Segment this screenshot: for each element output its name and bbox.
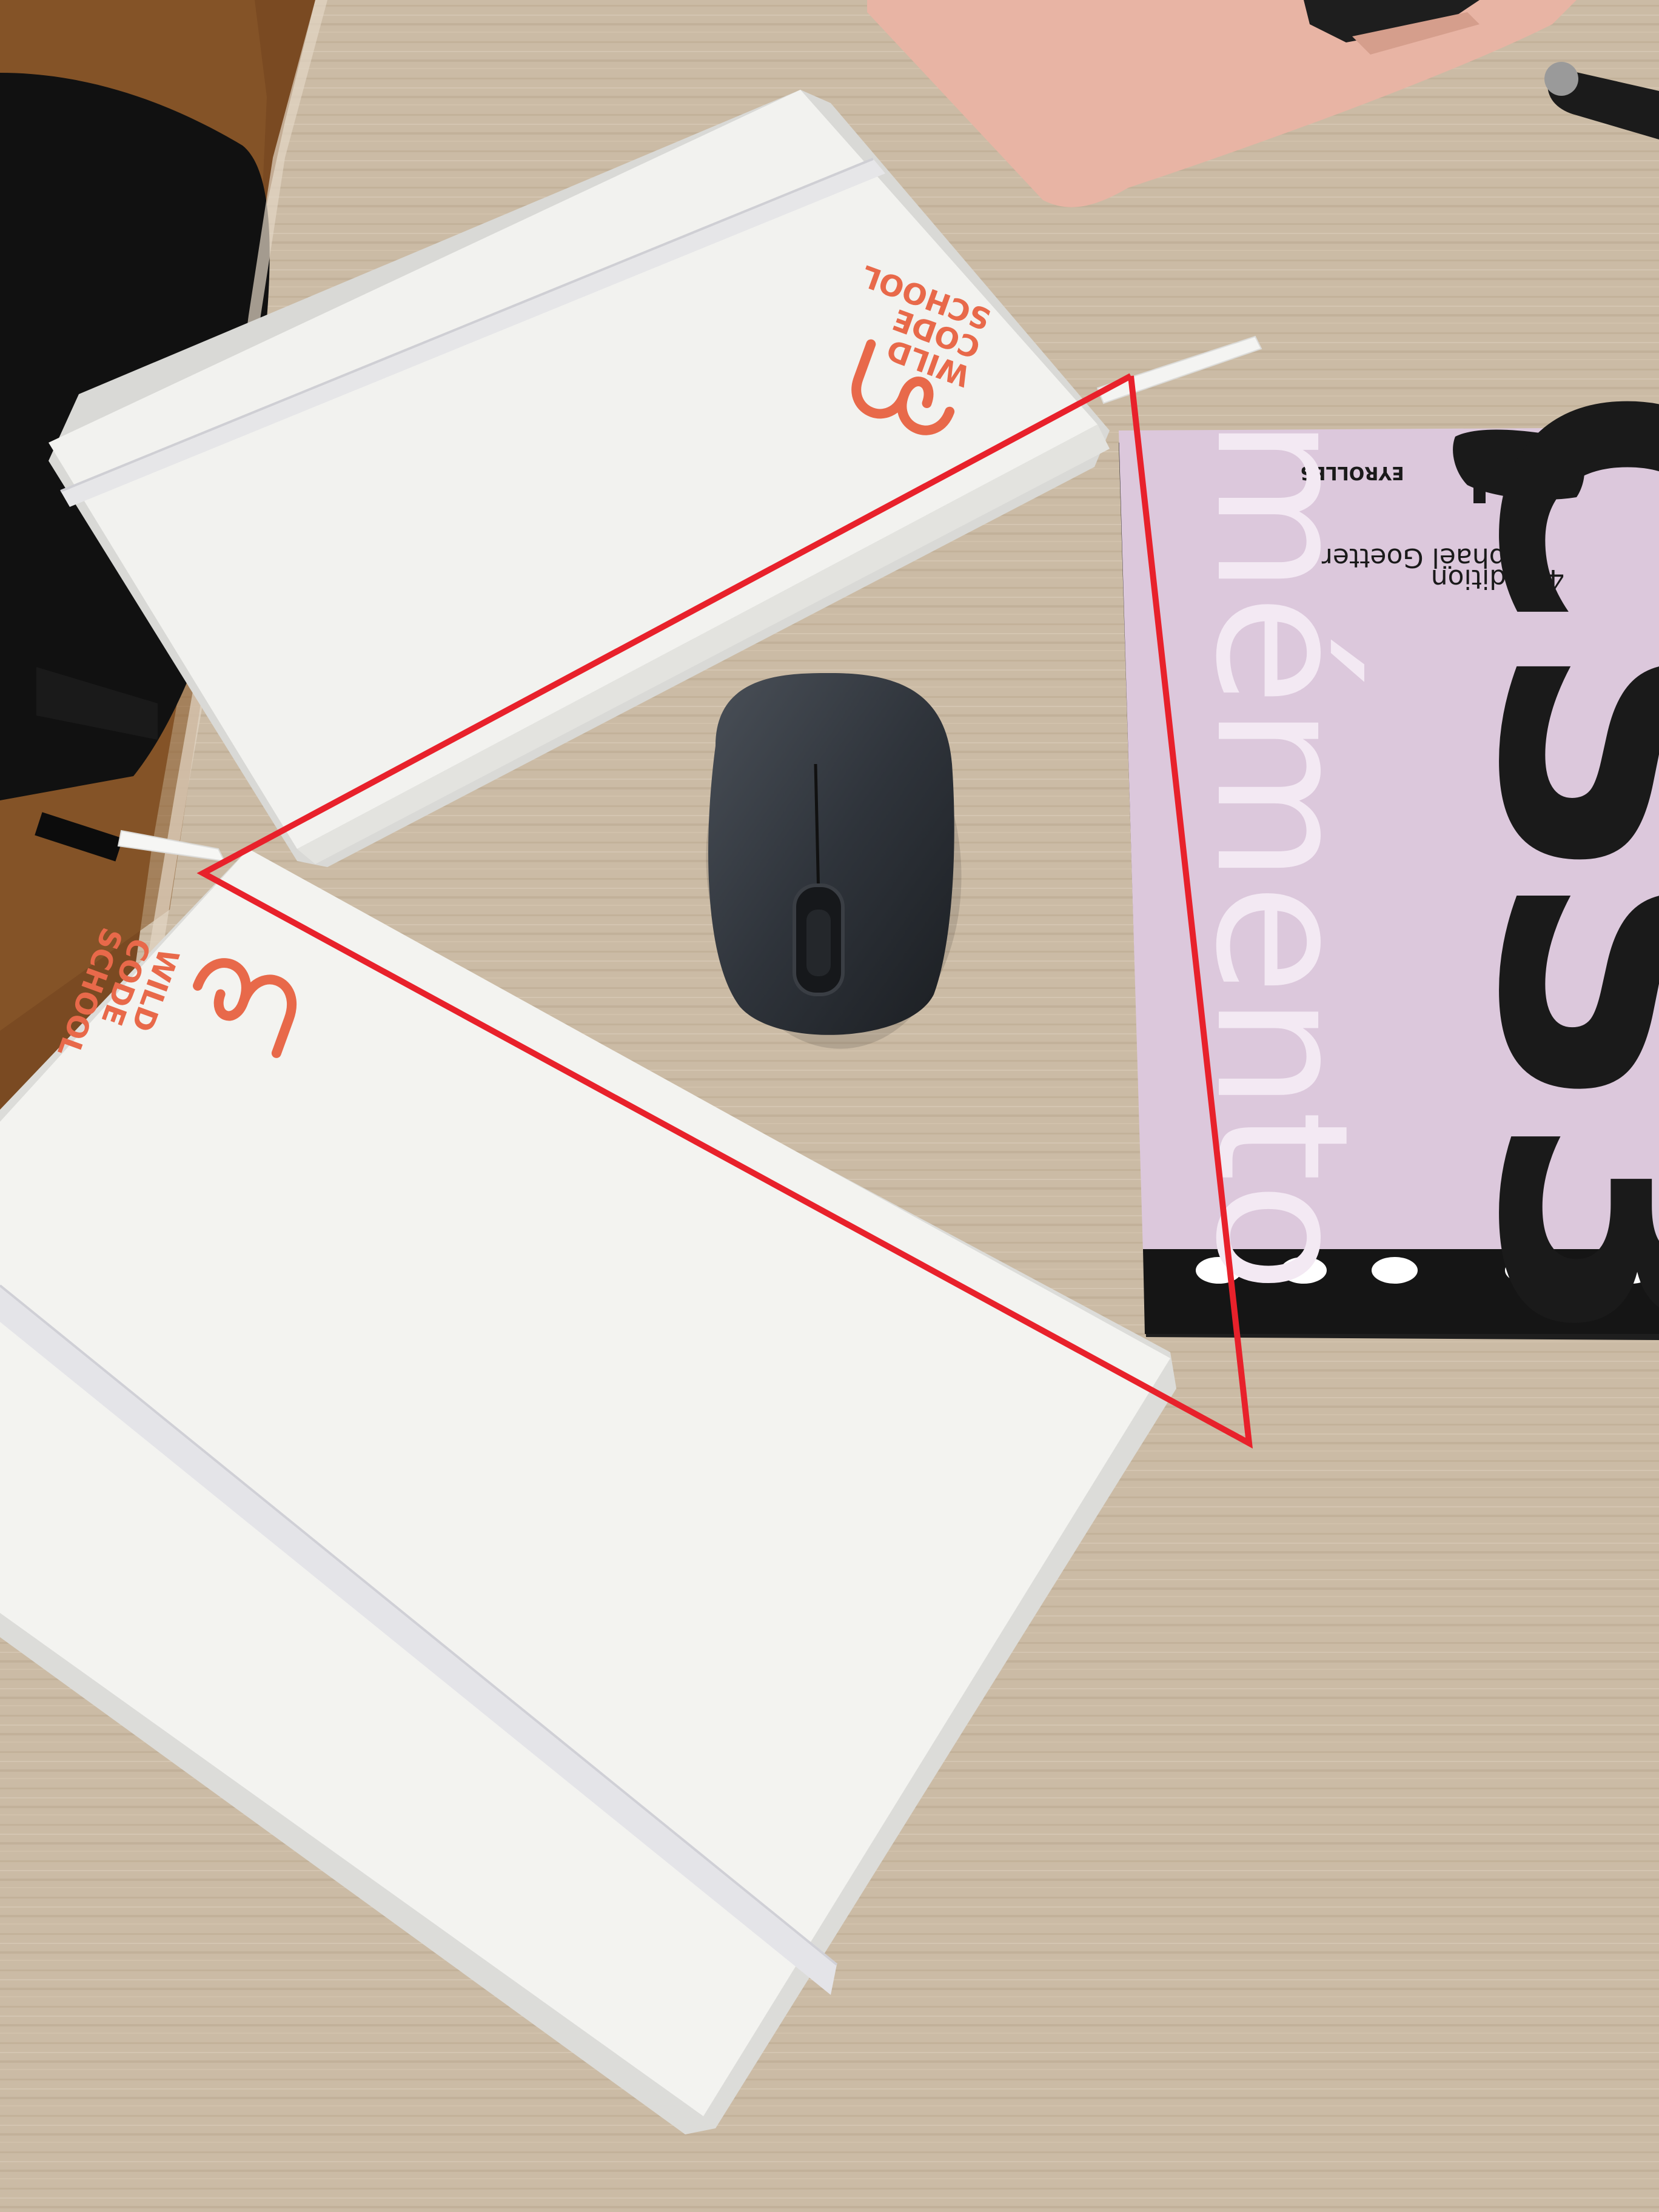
desk-photo-scene: WILD CODE SCHOOL WILD CODE SCHOOL EYROLL… xyxy=(0,0,1659,2212)
book-word-memento: mémento xyxy=(1176,417,1387,1293)
book-title-css3: CSS3 xyxy=(1423,384,1659,1350)
css3-memento-book: EYROLLES 4e édition Raphaël Goetter méme… xyxy=(1119,384,1659,1350)
